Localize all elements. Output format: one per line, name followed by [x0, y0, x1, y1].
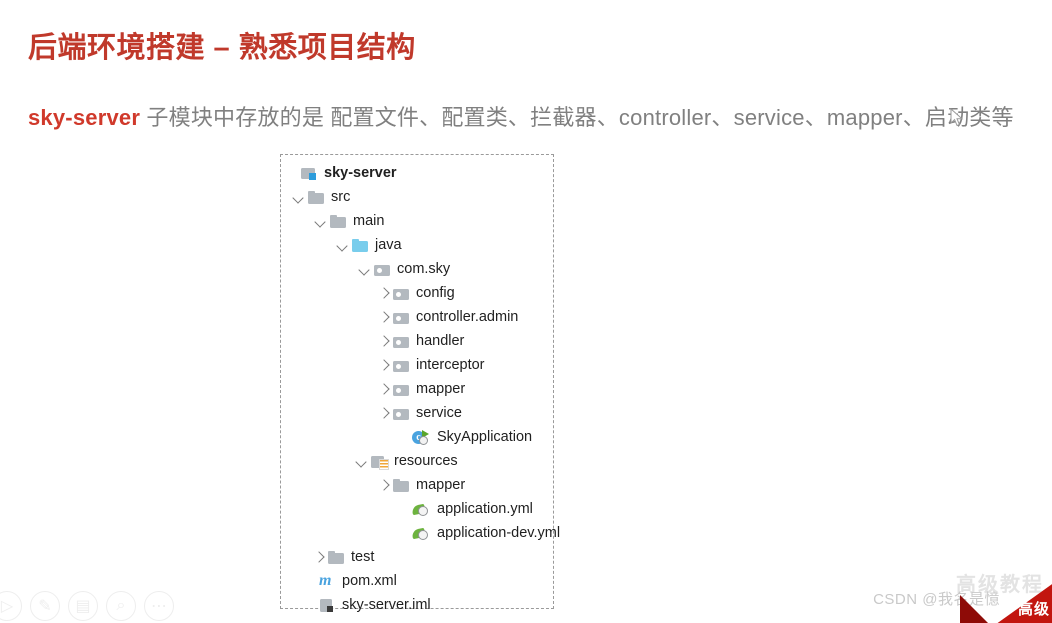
tree-item-label: com.sky	[397, 260, 451, 277]
panels-icon[interactable]: ▤	[68, 591, 98, 621]
project-tree: sky-server src main java com.sky config contro…	[281, 161, 560, 617]
tree-item-com-sky[interactable]: com.sky	[281, 257, 553, 281]
tree-item-mapper[interactable]: mapper	[281, 377, 553, 401]
more-icon[interactable]: ⋯	[144, 591, 174, 621]
chevron-down-icon[interactable]	[292, 190, 306, 204]
chevron-right-icon[interactable]	[312, 550, 326, 564]
folder-icon	[308, 190, 325, 205]
no-toggle-spacer	[396, 526, 410, 540]
tree-item-label: handler	[416, 332, 465, 349]
tree-item-interceptor[interactable]: interceptor	[281, 353, 553, 377]
chevron-down-icon[interactable]	[336, 238, 350, 252]
tree-item-label: resources	[394, 452, 458, 469]
folder-icon	[330, 214, 347, 229]
tree-item-pom-xml[interactable]: m pom.xml	[281, 569, 553, 593]
chevron-down-icon[interactable]	[314, 214, 328, 228]
tree-item-label: sky-server	[324, 164, 397, 181]
tree-item-label: config	[416, 284, 455, 301]
tree-item-src[interactable]: src	[281, 185, 553, 209]
project-tree-panel: sky-server src main java com.sky config contro…	[280, 154, 560, 612]
pen-icon[interactable]: ✎	[30, 591, 60, 621]
chevron-down-icon[interactable]	[355, 454, 369, 468]
tree-item-label: application-dev.yml	[437, 524, 561, 541]
package-icon	[374, 262, 391, 277]
tree-item-label: pom.xml	[342, 572, 397, 589]
chevron-right-icon[interactable]	[377, 286, 391, 300]
tree-item-main[interactable]: main	[281, 209, 553, 233]
tree-item-label: interceptor	[416, 356, 485, 373]
no-toggle-spacer	[396, 430, 410, 444]
subtitle-rest: 子模块中存放的是 配置文件、配置类、拦截器、controller、service…	[140, 105, 1014, 130]
spring-yml-icon	[411, 526, 431, 541]
corner-banner: 高级	[944, 577, 1052, 623]
package-icon	[393, 382, 410, 397]
tree-item-label: test	[351, 548, 375, 565]
chevron-right-icon[interactable]	[377, 478, 391, 492]
tree-item-label: java	[375, 236, 402, 253]
tree-item-label: main	[353, 212, 385, 229]
iml-module-file-icon	[319, 598, 336, 613]
tree-item-label: SkyApplication	[437, 428, 533, 445]
folder-icon	[393, 478, 410, 493]
tree-item-sky-server-iml[interactable]: sky-server.iml	[281, 593, 553, 617]
tree-item-label: sky-server.iml	[342, 596, 431, 613]
package-icon	[393, 334, 410, 349]
gear-icon	[419, 435, 428, 445]
tree-item-test[interactable]: test	[281, 545, 553, 569]
tree-item-label: src	[331, 188, 351, 205]
package-icon	[393, 286, 410, 301]
play-icon[interactable]: ▷	[0, 591, 22, 621]
no-toggle-spacer	[303, 598, 317, 612]
tree-item-application-dev-yml[interactable]: application-dev.yml	[281, 521, 560, 545]
folder-blue-icon	[352, 238, 369, 253]
tree-item-label: controller.admin	[416, 308, 519, 325]
tree-item-sky-server[interactable]: sky-server	[281, 161, 553, 185]
tree-item-label: mapper	[416, 380, 466, 397]
chevron-right-icon[interactable]	[377, 310, 391, 324]
gear-icon	[418, 505, 428, 516]
maven-m-glyph: m	[319, 571, 332, 589]
resources-folder-icon	[371, 454, 389, 470]
folder-icon	[328, 550, 345, 565]
tree-item-resources[interactable]: resources	[281, 449, 553, 473]
tree-item-handler[interactable]: handler	[281, 329, 553, 353]
chevron-right-icon[interactable]	[377, 382, 391, 396]
tree-item-java[interactable]: java	[281, 233, 553, 257]
no-toggle-spacer	[303, 574, 317, 588]
maven-icon: m	[319, 571, 336, 589]
subtitle-line: sky-server 子模块中存放的是 配置文件、配置类、拦截器、control…	[28, 100, 1014, 132]
tree-item-label: application.yml	[437, 500, 533, 517]
search-icon[interactable]: ⌕	[106, 591, 136, 621]
spring-yml-icon	[411, 502, 431, 517]
tree-item-controller-admin[interactable]: controller.admin	[281, 305, 553, 329]
tree-item-label: service	[416, 404, 462, 421]
no-toggle-spacer	[285, 166, 299, 180]
gear-icon	[418, 529, 428, 540]
slide-canvas: 后端环境搭建 – 熟悉项目结构 sky-server 子模块中存放的是 配置文件…	[0, 0, 1052, 623]
tree-item-mapper[interactable]: mapper	[281, 473, 553, 497]
chevron-right-icon[interactable]	[377, 358, 391, 372]
chevron-down-icon[interactable]	[358, 262, 372, 276]
banner-text: 高级	[1017, 601, 1050, 618]
java-class-run-icon: c	[412, 429, 431, 445]
banner-fold	[960, 595, 994, 623]
module-icon	[301, 166, 318, 181]
tree-item-skyapplication[interactable]: c SkyApplication	[281, 425, 553, 449]
page-title: 后端环境搭建 – 熟悉项目结构	[28, 32, 416, 64]
tree-item-application-yml[interactable]: application.yml	[281, 497, 553, 521]
package-icon	[393, 406, 410, 421]
package-icon	[393, 310, 410, 325]
presentation-controls[interactable]: ▷ ✎ ▤ ⌕ ⋯	[0, 591, 174, 621]
tree-item-service[interactable]: service	[281, 401, 553, 425]
tree-item-label: mapper	[416, 476, 466, 493]
chevron-right-icon[interactable]	[377, 334, 391, 348]
package-icon	[393, 358, 410, 373]
subtitle-accent-term: sky-server	[28, 105, 141, 130]
tree-item-config[interactable]: config	[281, 281, 553, 305]
chevron-right-icon[interactable]	[377, 406, 391, 420]
no-toggle-spacer	[396, 502, 410, 516]
